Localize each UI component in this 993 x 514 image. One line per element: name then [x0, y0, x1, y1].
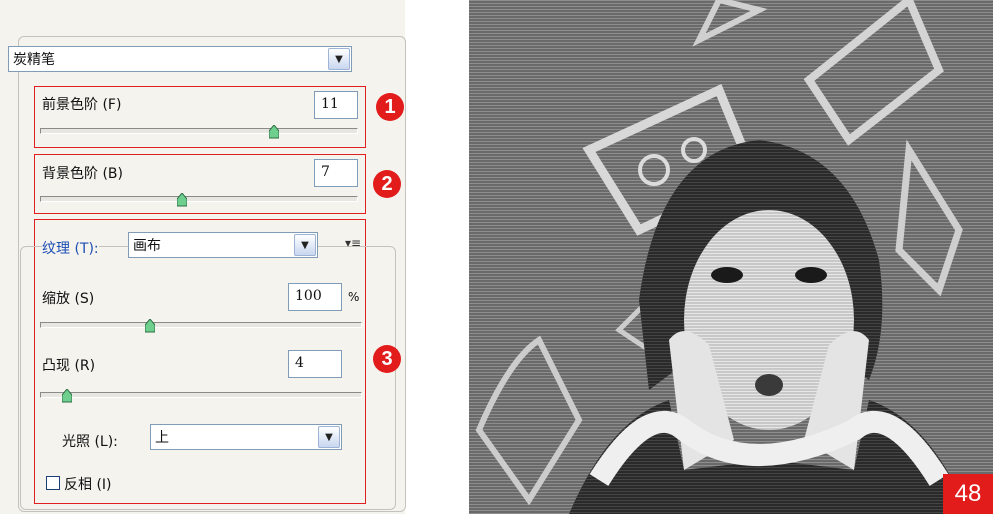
invert-label: 反相 (I) [64, 477, 112, 493]
relief-label: 凸现 (R) [42, 358, 96, 374]
slider-thumb-icon[interactable] [145, 319, 155, 333]
relief-slider[interactable] [40, 392, 362, 398]
panel-menu-icon[interactable]: ▾≡ [345, 236, 361, 250]
texture-label: 纹理 (T): [42, 238, 99, 258]
chevron-down-icon[interactable]: ▼ [318, 426, 340, 448]
scale-input[interactable]: 100 [288, 283, 342, 311]
texture-value: 画布 [133, 238, 161, 254]
stroke-type-dropdown[interactable]: 炭精笔 ▼ [8, 46, 352, 72]
chevron-down-icon[interactable]: ▼ [294, 234, 316, 256]
stroke-type-value: 炭精笔 [13, 52, 55, 68]
filter-preview-image [469, 0, 993, 514]
scale-label: 缩放 (S) [42, 291, 95, 307]
page-number: 48 [943, 474, 993, 514]
step-badge-1: 1 [376, 93, 404, 121]
light-dropdown[interactable]: 上 ▼ [150, 424, 342, 450]
background-level-label: 背景色阶 (B) [42, 166, 123, 182]
filter-options-panel: 炭精笔 ▼ 前景色阶 (F) 11 1 背景色阶 (B) 7 2 纹理 (T):… [0, 0, 406, 514]
background-level-slider[interactable] [40, 196, 358, 202]
relief-input[interactable]: 4 [288, 350, 342, 378]
slider-thumb-icon[interactable] [62, 389, 72, 403]
light-label: 光照 (L): [62, 434, 118, 450]
texture-dropdown[interactable]: 画布 ▼ [128, 232, 318, 258]
scale-slider[interactable] [40, 322, 362, 328]
foreground-level-label: 前景色阶 (F) [42, 97, 122, 113]
foreground-level-input[interactable]: 11 [314, 91, 358, 119]
light-value: 上 [155, 430, 169, 446]
invert-checkbox[interactable] [46, 476, 60, 490]
scale-unit: % [348, 290, 360, 304]
step-badge-3: 3 [373, 345, 401, 373]
slider-thumb-icon[interactable] [177, 193, 187, 207]
slider-thumb-icon[interactable] [269, 125, 279, 139]
foreground-level-slider[interactable] [40, 128, 358, 134]
chevron-down-icon[interactable]: ▼ [328, 48, 350, 70]
step-badge-2: 2 [373, 170, 401, 198]
background-level-input[interactable]: 7 [314, 159, 358, 187]
